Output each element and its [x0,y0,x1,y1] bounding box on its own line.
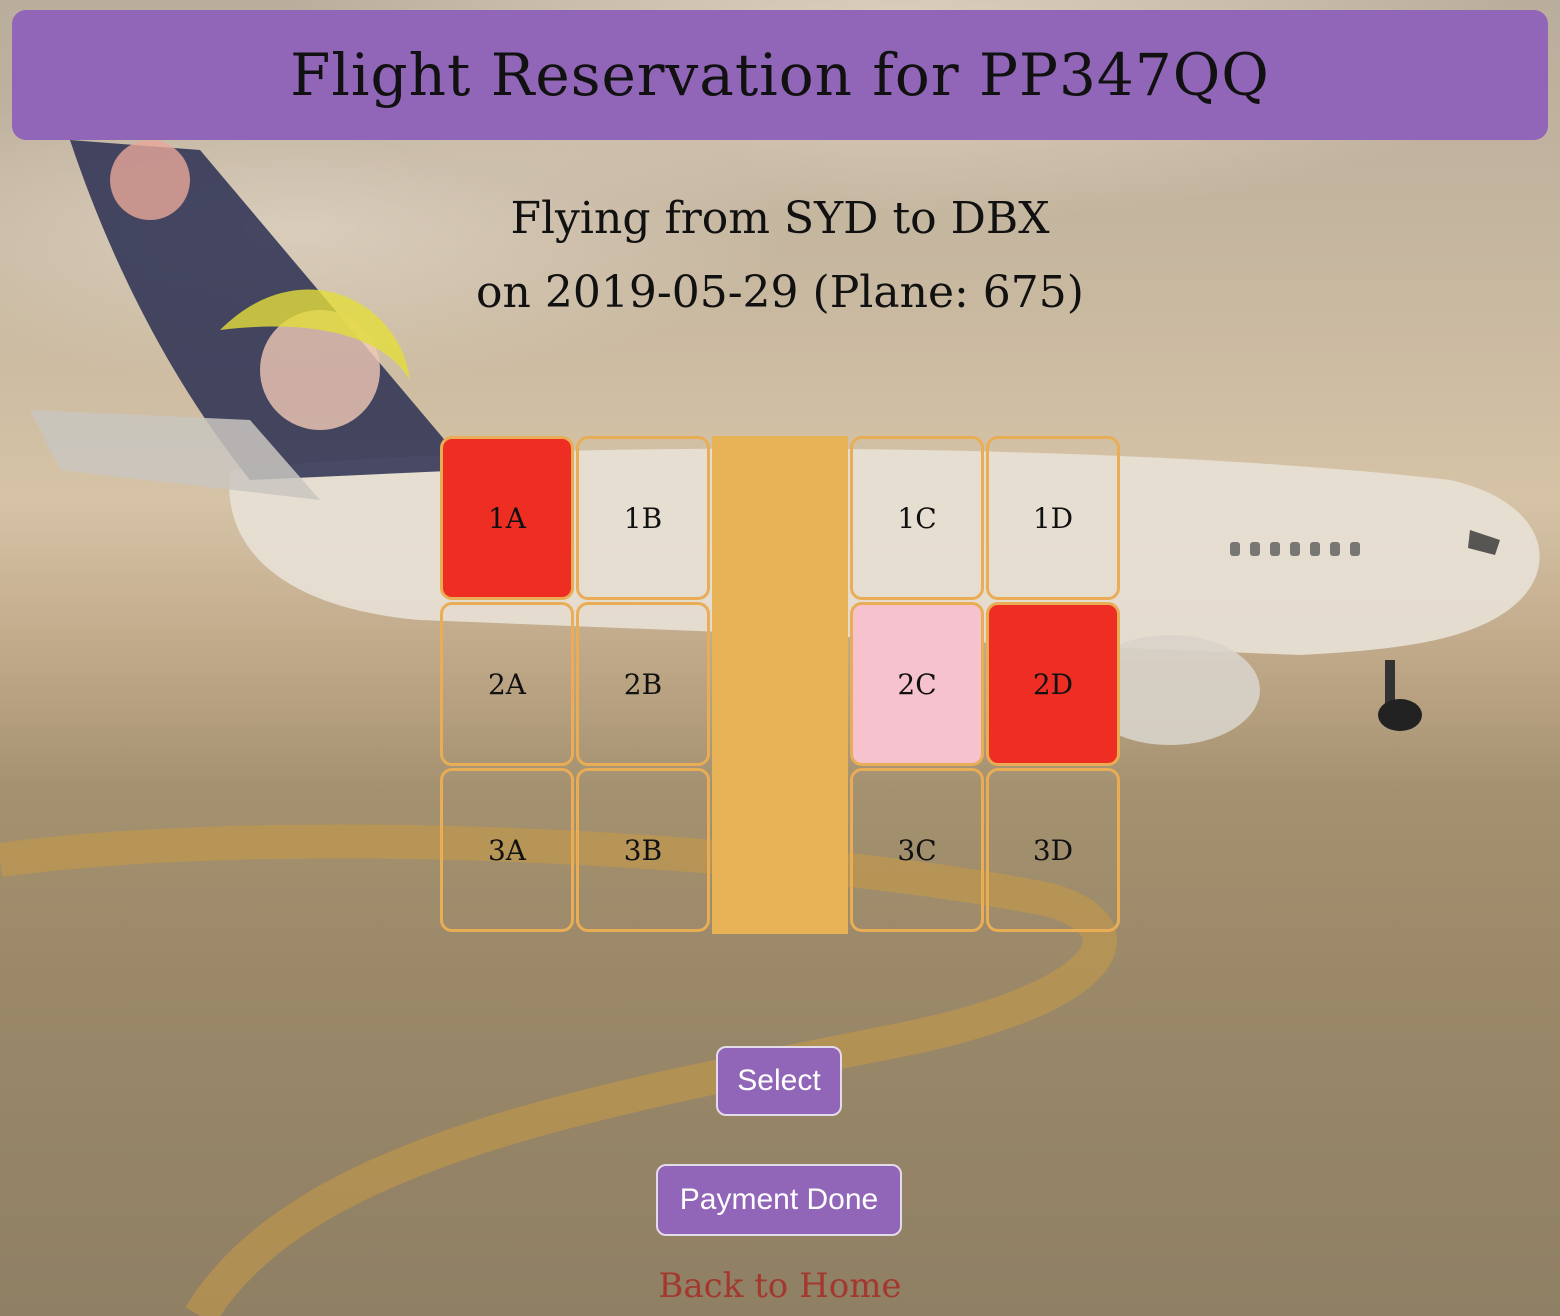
aisle [712,436,848,934]
payment-done-button[interactable]: Payment Done [656,1164,902,1236]
seat-label: 2C [897,667,937,701]
seat-3b[interactable]: 3B [576,768,710,932]
seat-3d[interactable]: 3D [986,768,1120,932]
seat-2d[interactable]: 2D [986,602,1120,766]
flight-date-plane: on 2019-05-29 (Plane: 675) [476,267,1084,318]
seat-label: 3A [487,833,527,867]
seat-label: 1B [623,501,663,535]
select-button[interactable]: Select [716,1046,842,1116]
seat-label: 3B [623,833,663,867]
seat-label: 2A [487,667,527,701]
seat-1a[interactable]: 1A [440,436,574,600]
seat-label: 2D [1032,667,1074,701]
seat-3a[interactable]: 3A [440,768,574,932]
flight-route: Flying from SYD to DBX [510,193,1050,244]
page-header: Flight Reservation for PP347QQ [12,10,1548,140]
seat-label: 1C [897,501,937,535]
seat-label: 3D [1032,833,1074,867]
seat-label: 2B [623,667,663,701]
page-title: Flight Reservation for PP347QQ [290,41,1270,109]
seat-label: 3C [897,833,937,867]
seat-2b[interactable]: 2B [576,602,710,766]
seat-2a[interactable]: 2A [440,602,574,766]
seat-label: 1A [487,501,527,535]
seat-1b[interactable]: 1B [576,436,710,600]
seat-1d[interactable]: 1D [986,436,1120,600]
seat-3c[interactable]: 3C [850,768,984,932]
seat-label: 1D [1032,501,1074,535]
seat-1c[interactable]: 1C [850,436,984,600]
seat-2c[interactable]: 2C [850,602,984,766]
flight-info: Flying from SYD to DBX on 2019-05-29 (Pl… [0,182,1560,330]
back-to-home-link[interactable]: Back to Home [0,1266,1560,1306]
seat-map: 1A 1B 1C 1D 2A 2B 2C 2D 3A 3B 3C 3D [440,436,1120,934]
